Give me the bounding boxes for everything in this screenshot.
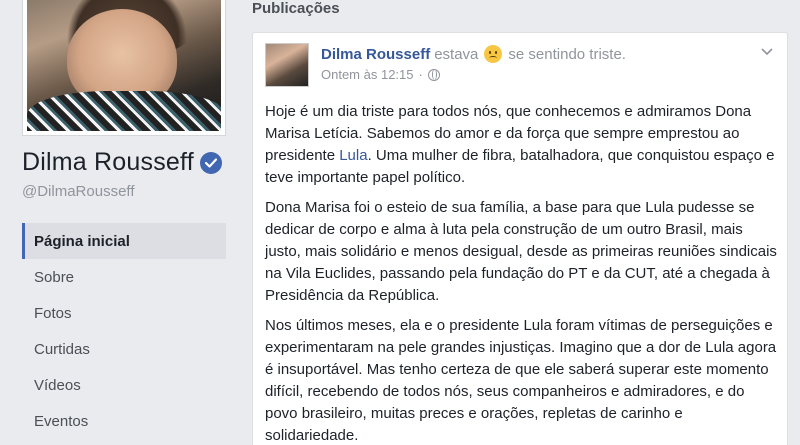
globe-icon[interactable] [427, 68, 440, 81]
nav-item-videos[interactable]: Vídeos [22, 367, 226, 403]
nav-item-events[interactable]: Eventos [22, 403, 226, 439]
verified-badge-icon [199, 151, 222, 174]
post-meta: Ontem às 12:15 · [321, 67, 440, 82]
post-author[interactable]: Dilma Rousseff [321, 46, 430, 63]
post-timestamp[interactable]: Ontem às 12:15 [321, 67, 414, 82]
post-paragraph-1: Hoje é um dia triste para todos nós, que… [265, 103, 775, 186]
post-feeling: se sentindo triste. [508, 45, 626, 63]
post-body: Hoje é um dia triste para todos nós, que… [265, 101, 777, 445]
author-avatar[interactable] [265, 43, 309, 87]
post-paragraph-3: Nos últimos meses, ela e o presidente Lu… [265, 317, 777, 444]
page-nav: Página inicial Sobre Fotos Curtidas Víde… [22, 223, 226, 439]
section-title: Publicações [252, 0, 340, 17]
post-card: Dilma Rousseff estava se sentindo triste… [252, 32, 788, 445]
left-column: Dilma Rousseff @DilmaRousseff Página ini… [0, 0, 238, 445]
profile-name[interactable]: Dilma Rousseff [22, 148, 194, 177]
profile-picture[interactable] [22, 0, 226, 136]
nav-item-about[interactable]: Sobre [22, 259, 226, 295]
author-line: Dilma Rousseff estava se sentindo triste… [321, 45, 626, 63]
profile-handle[interactable]: @DilmaRousseff [22, 183, 135, 200]
sad-face-icon [484, 45, 503, 63]
post-was: estava [434, 45, 479, 63]
post-paragraph-2: Dona Marisa foi o esteio de sua família,… [265, 199, 777, 304]
nav-item-home[interactable]: Página inicial [22, 223, 226, 259]
post-header: Dilma Rousseff estava se sentindo triste… [265, 43, 775, 91]
nav-item-photos[interactable]: Fotos [22, 295, 226, 331]
profile-photo [27, 0, 221, 131]
post-options-chevron-icon[interactable] [759, 45, 775, 59]
nav-item-likes[interactable]: Curtidas [22, 331, 226, 367]
profile-name-row: Dilma Rousseff [22, 148, 222, 177]
mention-link-lula[interactable]: Lula [339, 147, 367, 164]
